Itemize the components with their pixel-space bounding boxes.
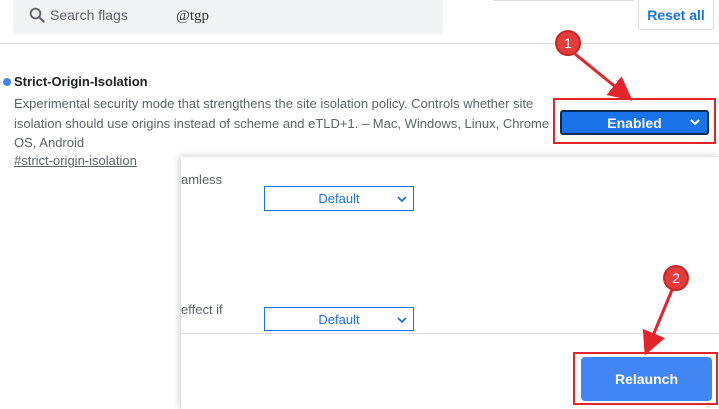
highlight-box-select: [553, 98, 716, 144]
chevron-down-icon: [397, 196, 407, 203]
watermark: @tgp: [176, 8, 209, 24]
default-select-1[interactable]: Default: [264, 186, 414, 211]
search-input[interactable]: [50, 5, 160, 25]
default-select-2-value: Default: [318, 311, 360, 327]
default-select-2[interactable]: Default: [264, 307, 414, 331]
reset-all-button[interactable]: Reset all: [638, 0, 714, 30]
highlight-box-relaunch: [573, 352, 718, 405]
default-select-1-value: Default: [318, 191, 360, 206]
header-rule: [494, 0, 634, 1]
partial-description-text: effect if: [181, 302, 223, 317]
arrow-1: [574, 52, 633, 101]
panel-top-edge: [181, 156, 719, 157]
search-icon: [29, 7, 45, 23]
step-badge-2: 2: [663, 265, 689, 291]
flag-status-dot: [3, 78, 11, 86]
flag-title: Strict-Origin-Isolation: [14, 74, 148, 89]
header-divider: [0, 43, 719, 44]
relaunch-bar-divider: [181, 333, 719, 334]
flag-anchor-link[interactable]: #strict-origin-isolation: [14, 153, 137, 168]
step-badge-1: 1: [555, 30, 581, 56]
flag-description: Experimental security mode that strength…: [14, 96, 550, 150]
partial-description-text: amless: [181, 172, 223, 187]
chevron-down-icon: [397, 317, 407, 324]
